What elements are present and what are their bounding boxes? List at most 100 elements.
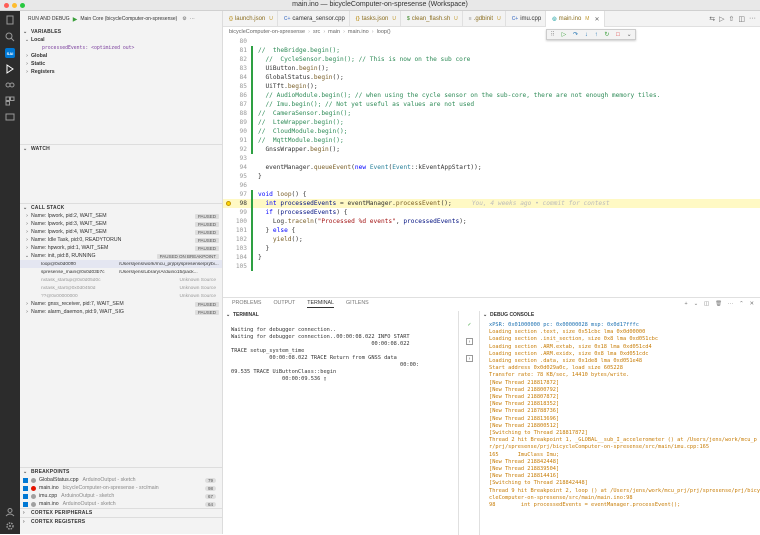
- cortex-registers-header[interactable]: ›CORTEX REGISTERS: [20, 517, 222, 526]
- code-line[interactable]: 104}: [223, 253, 760, 262]
- close-icon[interactable]: ✕: [594, 16, 599, 23]
- code-line[interactable]: 86 // AudioModule.begin(); // when using…: [223, 91, 760, 100]
- call-stack-section-header[interactable]: ⌄CALL STACK: [20, 203, 222, 212]
- call-stack-thread[interactable]: ›Name: Idle Task, pid:0, READYTORUNPAUSE…: [20, 236, 222, 244]
- extensions-icon[interactable]: [5, 96, 15, 106]
- checkbox[interactable]: [23, 494, 28, 499]
- code-line[interactable]: 85 UiTft.begin();: [223, 82, 760, 91]
- call-stack-thread[interactable]: ›Name: lpwork, pid:2, WAIT_SEMPAUSED: [20, 212, 222, 220]
- more-actions-icon[interactable]: ···: [190, 16, 195, 22]
- variables-global[interactable]: ›Global: [20, 52, 222, 60]
- breakpoint-item[interactable]: main.inobicycleComputer-on-spresense - s…: [20, 484, 222, 492]
- call-stack-thread[interactable]: ›Name: alarm_daemon, pid:9, WAIT_SIGPAUS…: [20, 308, 222, 316]
- code-line[interactable]: 94 eventManager.queueEvent(new Event(Eve…: [223, 163, 760, 172]
- arduino-icon[interactable]: [5, 80, 15, 90]
- stack-frame[interactable]: nxtask_startup@0x0d05d0cUnknown Source: [20, 276, 222, 284]
- gear-icon[interactable]: ⚙: [182, 16, 186, 22]
- breadcrumb-item[interactable]: src: [313, 29, 320, 35]
- code-line[interactable]: 89// LteWrapper.begin();: [223, 118, 760, 127]
- code-line[interactable]: 93: [223, 154, 760, 163]
- code-line[interactable]: 95}: [223, 172, 760, 181]
- variables-section-header[interactable]: ⌄VARIABLES: [20, 27, 222, 36]
- checkbox[interactable]: [23, 502, 28, 507]
- code-line[interactable]: 98 int processedEvents = eventManager.pr…: [223, 199, 760, 208]
- terminal-pane[interactable]: ⌄TERMINAL Waiting for debugger connectio…: [223, 311, 459, 535]
- account-icon[interactable]: [5, 507, 15, 517]
- editor-tab[interactable]: ≡.gdbinitU: [463, 11, 506, 27]
- watch-section-header[interactable]: ⌄WATCH: [20, 144, 222, 153]
- code-line[interactable]: 99 if (processedEvents) {: [223, 208, 760, 217]
- drag-handle-icon[interactable]: ⠿: [550, 31, 554, 38]
- code-editor[interactable]: 8081// theBridge.begin();82 // CycleSens…: [223, 37, 760, 297]
- code-line[interactable]: 101 } else {: [223, 226, 760, 235]
- code-line[interactable]: 83 UiButton.begin();: [223, 64, 760, 73]
- stack-frame[interactable]: ??@0x00000000Unknown Source: [20, 292, 222, 300]
- stack-frame[interactable]: nxtask_start@0x0d0450dUnknown Source: [20, 284, 222, 292]
- code-line[interactable]: 103 }: [223, 244, 760, 253]
- new-terminal-icon[interactable]: +: [685, 301, 688, 307]
- continue-icon[interactable]: ▷: [562, 31, 567, 38]
- check-icon[interactable]: ✓: [466, 321, 473, 328]
- panel-tab-gitlens[interactable]: GITLENS: [346, 300, 369, 308]
- terminal-instance-icon[interactable]: ›: [466, 338, 473, 345]
- editor-tab[interactable]: {}launch.jsonU: [223, 11, 278, 27]
- source-control-icon[interactable]: SAI: [5, 48, 15, 58]
- code-line[interactable]: 82 // CycleSensor.begin(); // This is no…: [223, 55, 760, 64]
- code-line[interactable]: 81// theBridge.begin();: [223, 46, 760, 55]
- code-line[interactable]: 92 GnssWrapper.begin();: [223, 145, 760, 154]
- variable-item[interactable]: processedEvents: <optimized out>: [20, 44, 222, 52]
- code-line[interactable]: 105: [223, 262, 760, 271]
- split-terminal-icon[interactable]: ◫: [704, 301, 709, 307]
- chevron-down-icon[interactable]: ⌄: [627, 31, 632, 38]
- debug-console-pane[interactable]: ⌄DEBUG CONSOLE xPSR: 0x01000000 pc: 0x00…: [480, 311, 760, 535]
- variables-static[interactable]: ›Static: [20, 60, 222, 68]
- more-actions-icon[interactable]: ···: [728, 301, 733, 307]
- checkbox[interactable]: [23, 486, 28, 491]
- split-editor-icon[interactable]: ◫: [738, 15, 745, 23]
- code-line[interactable]: 87 // Imu.begin(); // Not yet useful as …: [223, 100, 760, 109]
- step-over-icon[interactable]: ↷: [573, 31, 578, 38]
- editor-tab[interactable]: C+camera_sensor.cpp: [278, 11, 350, 27]
- stack-frame[interactable]: spresense_main@0x0d03b7c/Users/jens/Libr…: [20, 268, 222, 276]
- breadcrumb-item[interactable]: main: [328, 29, 340, 35]
- run-debug-icon[interactable]: [5, 64, 15, 74]
- breadcrumb-item[interactable]: bicycleComputer-on-spresense: [229, 29, 305, 35]
- terminal-output[interactable]: Waiting for debugger connection.. Waitin…: [223, 319, 458, 383]
- restart-icon[interactable]: ↻: [604, 31, 609, 38]
- search-icon[interactable]: [5, 32, 15, 42]
- variables-registers[interactable]: ›Registers: [20, 68, 222, 76]
- maximize-panel-icon[interactable]: ⌃: [739, 301, 743, 307]
- breadcrumb-item[interactable]: main.ino: [348, 29, 369, 35]
- breakpoint-item[interactable]: imu.cppArduinoOutput - sketch67: [20, 492, 222, 500]
- editor-tab[interactable]: ◎main.inoM✕: [546, 11, 604, 27]
- code-line[interactable]: 96: [223, 181, 760, 190]
- call-stack-thread[interactable]: ⌄Name: init, pid:8, RUNNINGPAUSED ON BRE…: [20, 252, 222, 260]
- stop-icon[interactable]: □: [616, 32, 620, 38]
- git-compare-icon[interactable]: ⇆: [709, 15, 715, 23]
- terminal-instance-icon[interactable]: ›: [466, 355, 473, 362]
- breadcrumb-item[interactable]: loop(): [377, 29, 391, 35]
- remote-explorer-icon[interactable]: [5, 112, 15, 122]
- trash-icon[interactable]: 🗑: [715, 301, 722, 307]
- panel-tab-terminal[interactable]: TERMINAL: [307, 300, 334, 308]
- code-line[interactable]: 97void loop() {: [223, 190, 760, 199]
- editor-tab[interactable]: {}tasks.jsonU: [350, 11, 401, 27]
- more-actions-icon[interactable]: ···: [749, 15, 756, 22]
- editor-tab[interactable]: C+imu.cpp: [506, 11, 547, 27]
- panel-tab-problems[interactable]: PROBLEMS: [232, 300, 261, 308]
- settings-gear-icon[interactable]: [5, 521, 15, 531]
- call-stack-thread[interactable]: ›Name: gnss_receiver, pid:7, WAIT_SEMPAU…: [20, 300, 222, 308]
- explorer-icon[interactable]: [5, 15, 15, 25]
- start-debugging-icon[interactable]: ▶: [73, 16, 78, 23]
- code-line[interactable]: 84 GlobalStatus.begin();: [223, 73, 760, 82]
- stack-frame[interactable]: loop@0x0d00ff0/Users/jens/work/mcu_prj/p…: [20, 260, 222, 268]
- launch-config-select[interactable]: Main Core (bicycleComputer-on-spresense): [80, 16, 177, 22]
- call-stack-thread[interactable]: ›Name: hpwork, pid:1, WAIT_SEMPAUSED: [20, 244, 222, 252]
- close-panel-icon[interactable]: ✕: [750, 301, 754, 307]
- code-line[interactable]: 100 Log.traceln("Processed %d events", p…: [223, 217, 760, 226]
- variables-local[interactable]: ⌄Local: [20, 36, 222, 44]
- breakpoint-icon[interactable]: [226, 201, 231, 206]
- code-line[interactable]: 102 yield();: [223, 235, 760, 244]
- code-line[interactable]: 88// CameraSensor.begin();: [223, 109, 760, 118]
- upload-icon[interactable]: ⇧: [729, 15, 735, 23]
